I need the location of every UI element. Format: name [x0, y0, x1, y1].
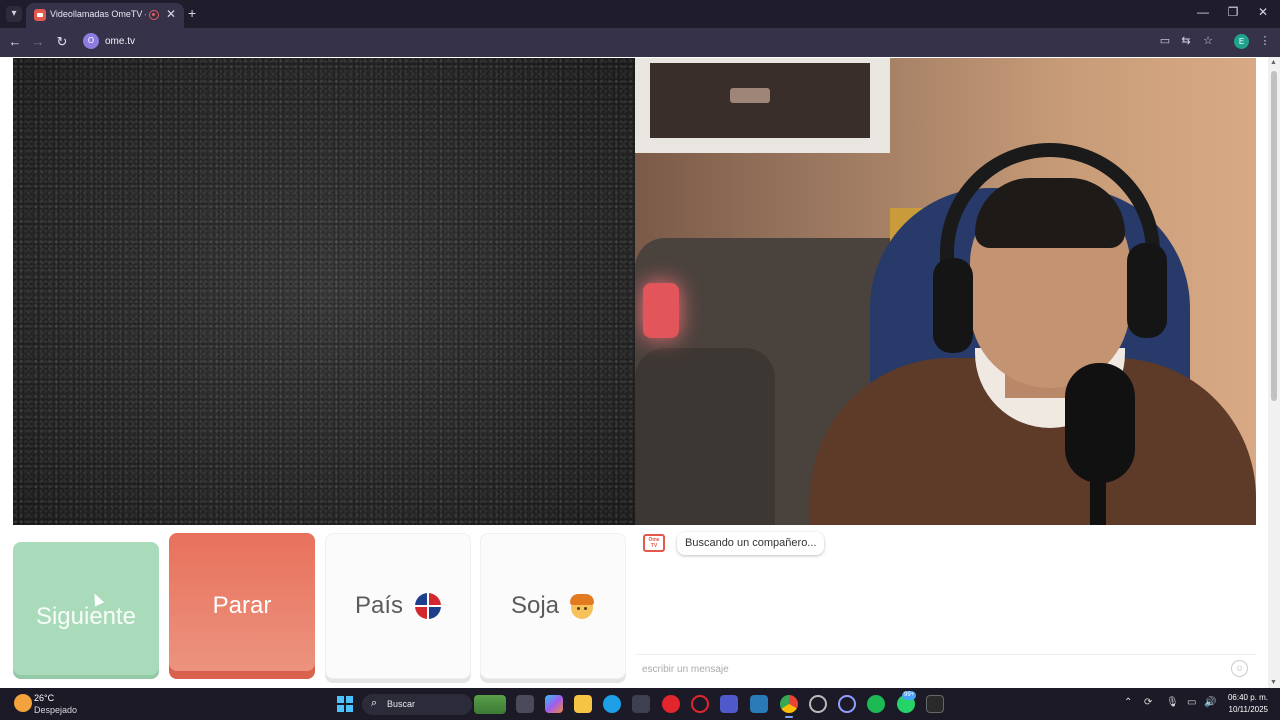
close-window-button[interactable]: ✕: [1253, 5, 1273, 19]
tab-title: Videollamadas OmeTV — A: [50, 9, 146, 19]
dominican-republic-flag-icon: [415, 593, 442, 619]
tab-list-icon[interactable]: ▾: [6, 6, 22, 22]
opera-icon[interactable]: [662, 695, 680, 713]
tab-close-icon[interactable]: ✕: [166, 7, 176, 21]
volume-icon[interactable]: 🔊: [1204, 697, 1216, 708]
translate-icon[interactable]: ⇆: [1178, 34, 1194, 47]
epic-games-icon[interactable]: [926, 695, 944, 713]
tab-ometv[interactable]: Videollamadas OmeTV — A ✕: [26, 3, 184, 28]
bookmark-star-icon[interactable]: ☆: [1200, 34, 1216, 47]
search-highlight-image[interactable]: [474, 695, 506, 714]
scroll-up-icon[interactable]: ▲: [1270, 59, 1277, 66]
boy-face-icon: [569, 593, 595, 619]
partner-video-static: [13, 58, 635, 525]
clock-date[interactable]: 10/11/2025: [1222, 705, 1268, 714]
opera-gx-icon[interactable]: [691, 695, 709, 713]
edge-icon[interactable]: [603, 695, 621, 713]
discord-icon[interactable]: [838, 695, 856, 713]
task-view-icon[interactable]: [516, 695, 534, 713]
store-icon[interactable]: [632, 695, 650, 713]
windows-start-icon[interactable]: [337, 696, 353, 712]
own-webcam-video: [635, 58, 1256, 525]
photos-icon[interactable]: [750, 695, 768, 713]
tray-chevron-icon[interactable]: ⌃: [1124, 697, 1132, 708]
gender-button-label: Soja: [510, 592, 560, 619]
file-explorer-icon[interactable]: [574, 695, 592, 713]
recording-indicator-icon: [149, 10, 159, 20]
ometv-page: Siguiente Parar País Soja Ome TV Buscand…: [0, 57, 1268, 688]
gender-filter-button[interactable]: Soja: [480, 533, 626, 679]
weather-description[interactable]: Despejado: [34, 705, 77, 715]
scroll-thumb[interactable]: [1271, 71, 1277, 401]
site-info-icon[interactable]: O: [83, 33, 99, 49]
next-button[interactable]: Siguiente: [13, 542, 159, 679]
chat-status-message: Buscando un compañero...: [677, 532, 825, 555]
forward-icon[interactable]: →: [29, 34, 47, 49]
teams-icon[interactable]: [720, 695, 738, 713]
search-icon: ⌕: [371, 697, 378, 709]
browser-toolbar: ← → ↻: [0, 28, 1280, 57]
chat-input-bar: ☺: [635, 654, 1256, 682]
country-filter-button[interactable]: País: [325, 533, 471, 679]
chat-panel: Ome TV Buscando un compañero... ☺: [635, 525, 1256, 688]
whatsapp-badge: 99+: [902, 691, 917, 700]
country-button-label: País: [354, 592, 404, 619]
youtube-favicon-icon: [34, 9, 46, 21]
microphone-icon[interactable]: 🎙: [1166, 697, 1179, 708]
spotify-icon[interactable]: [867, 695, 885, 713]
webcam-microphone: [1065, 363, 1135, 483]
address-bar[interactable]: ome.tv: [105, 36, 135, 47]
taskbar-search[interactable]: ⌕ Buscar: [362, 694, 472, 715]
browser-tab-strip: ▾ Videollamadas OmeTV — A ✕ + — ❐ ✕: [0, 0, 1280, 28]
copilot-icon[interactable]: [545, 695, 563, 713]
page-scrollbar[interactable]: ▲ ▼: [1268, 57, 1280, 688]
chrome-icon[interactable]: [780, 695, 798, 718]
webcam-window: [635, 58, 890, 153]
weather-icon[interactable]: [14, 694, 32, 712]
menu-dots-icon[interactable]: ⋮: [1257, 34, 1273, 47]
weather-temperature[interactable]: 26°C: [34, 693, 54, 703]
back-icon[interactable]: ←: [6, 34, 24, 49]
scroll-down-icon[interactable]: ▼: [1270, 679, 1277, 686]
stop-button-label: Parar: [212, 592, 272, 619]
clock-time[interactable]: 06:40 p. m.: [1226, 693, 1268, 702]
stop-button[interactable]: Parar: [169, 533, 315, 679]
profile-avatar[interactable]: E: [1234, 34, 1249, 49]
ometv-logo-icon: Ome TV: [643, 534, 665, 552]
chatgpt-icon[interactable]: [809, 695, 827, 713]
restore-button[interactable]: ❐: [1223, 5, 1243, 19]
minimize-button[interactable]: —: [1193, 5, 1213, 19]
webcam-red-lamp: [643, 283, 679, 338]
network-icon[interactable]: ▭: [1187, 697, 1196, 708]
reload-icon[interactable]: ↻: [53, 34, 71, 50]
cast-icon[interactable]: ▭: [1157, 34, 1173, 47]
chat-message-input[interactable]: [642, 659, 1202, 679]
sync-icon[interactable]: ⟳: [1144, 697, 1152, 708]
next-button-label: Siguiente: [35, 602, 137, 630]
emoji-icon[interactable]: ☺: [1231, 660, 1248, 677]
new-tab-button[interactable]: +: [188, 5, 196, 21]
search-label: Buscar: [387, 699, 416, 709]
